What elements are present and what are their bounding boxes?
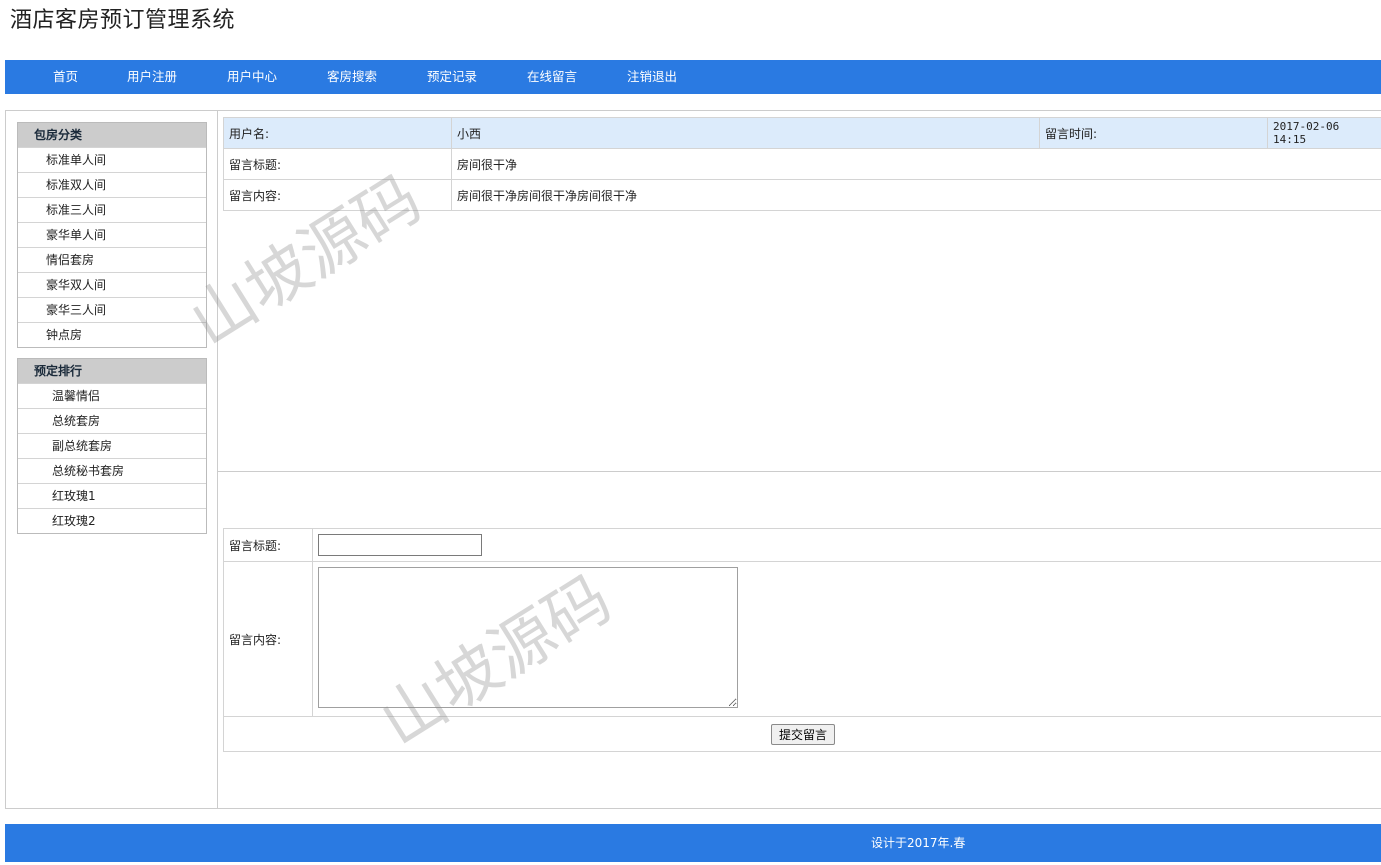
- ranking-item[interactable]: 副总统套房: [18, 433, 206, 458]
- category-item[interactable]: 豪华双人间: [18, 272, 206, 297]
- table-row: 提交留言: [223, 716, 1381, 752]
- category-item[interactable]: 豪华三人间: [18, 297, 206, 322]
- table-row: 留言内容: 房间很干净房间很干净房间很干净: [223, 179, 1381, 211]
- category-item[interactable]: 标准三人间: [18, 197, 206, 222]
- username-value: 小西: [451, 117, 1040, 149]
- nav-item-register[interactable]: 用户注册: [127, 60, 177, 94]
- nav-item-messages[interactable]: 在线留言: [527, 60, 577, 94]
- main-frame: 包房分类 标准单人间 标准双人间 标准三人间 豪华单人间 情侣套房 豪华双人间 …: [5, 110, 1381, 809]
- message-time-label: 留言时间:: [1039, 117, 1268, 149]
- room-category-box: 包房分类 标准单人间 标准双人间 标准三人间 豪华单人间 情侣套房 豪华双人间 …: [17, 122, 207, 348]
- message-content-textarea[interactable]: [318, 567, 738, 708]
- footer: 设计于2017年.春: [5, 824, 1381, 862]
- submit-message-button[interactable]: 提交留言: [770, 723, 835, 745]
- booking-ranking-title: 预定排行: [18, 359, 206, 383]
- ranking-item[interactable]: 温馨情侣: [18, 383, 206, 408]
- message-title-input[interactable]: [318, 534, 482, 556]
- nav-item-bookings[interactable]: 预定记录: [427, 60, 477, 94]
- divider: [218, 471, 1381, 472]
- category-item[interactable]: 豪华单人间: [18, 222, 206, 247]
- category-item[interactable]: 钟点房: [18, 322, 206, 347]
- username-label: 用户名:: [223, 117, 452, 149]
- form-content-cell: [312, 561, 1381, 717]
- message-title-value: 房间很干净: [451, 148, 1381, 180]
- message-content-label: 留言内容:: [223, 179, 452, 211]
- site-title: 酒店客房预订管理系统: [10, 8, 236, 33]
- sidebar: 包房分类 标准单人间 标准双人间 标准三人间 豪华单人间 情侣套房 豪华双人间 …: [6, 111, 218, 808]
- message-detail-table: 用户名: 小西 留言时间: 2017-02-06 14:15 留言标题: 房间很…: [223, 117, 1381, 211]
- ranking-item[interactable]: 总统秘书套房: [18, 458, 206, 483]
- category-item[interactable]: 标准双人间: [18, 172, 206, 197]
- table-row: 留言标题: 房间很干净: [223, 148, 1381, 180]
- category-item[interactable]: 情侣套房: [18, 247, 206, 272]
- ranking-item[interactable]: 红玫瑰1: [18, 483, 206, 508]
- ranking-item[interactable]: 总统套房: [18, 408, 206, 433]
- nav-item-room-search[interactable]: 客房搜索: [327, 60, 377, 94]
- message-time-value: 2017-02-06 14:15: [1267, 117, 1381, 149]
- category-item[interactable]: 标准单人间: [18, 147, 206, 172]
- form-submit-cell: 提交留言: [223, 716, 1381, 752]
- table-row: 用户名: 小西 留言时间: 2017-02-06 14:15: [223, 117, 1381, 149]
- content-area: 用户名: 小西 留言时间: 2017-02-06 14:15 留言标题: 房间很…: [218, 111, 1381, 808]
- message-content-value: 房间很干净房间很干净房间很干净: [451, 179, 1381, 211]
- message-title-label: 留言标题:: [223, 148, 452, 180]
- nav-item-home[interactable]: 首页: [53, 60, 78, 94]
- room-category-title: 包房分类: [18, 123, 206, 147]
- footer-text: 设计于2017年.春: [871, 836, 966, 850]
- nav-item-user-center[interactable]: 用户中心: [227, 60, 277, 94]
- form-title-cell: [312, 528, 1381, 562]
- table-row: 留言标题:: [223, 528, 1381, 562]
- form-content-label: 留言内容:: [223, 561, 313, 717]
- message-form: 留言标题: 留言内容: 提交留言: [223, 528, 1381, 752]
- form-title-label: 留言标题:: [223, 528, 313, 562]
- table-row: 留言内容:: [223, 561, 1381, 717]
- nav-item-logout[interactable]: 注销退出: [627, 60, 677, 94]
- ranking-item[interactable]: 红玫瑰2: [18, 508, 206, 533]
- nav-bar: 首页 用户注册 用户中心 客房搜索 预定记录 在线留言 注销退出: [5, 60, 1381, 94]
- booking-ranking-box: 预定排行 温馨情侣 总统套房 副总统套房 总统秘书套房 红玫瑰1 红玫瑰2: [17, 358, 207, 534]
